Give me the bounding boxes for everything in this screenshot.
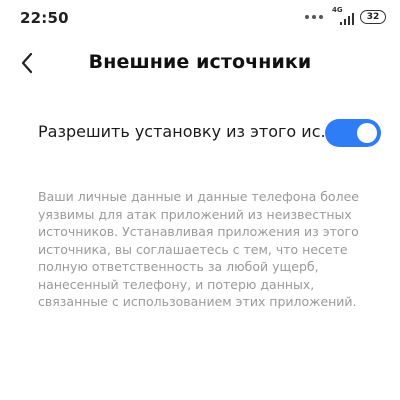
- battery-level: 32: [366, 11, 380, 22]
- switch-knob: [357, 123, 377, 143]
- status-time: 22:50: [20, 9, 69, 27]
- allow-install-setting-row[interactable]: Разрешить установку из этого ис..: [0, 110, 400, 156]
- page-title: Внешние источники: [88, 51, 312, 73]
- battery-icon: 32: [360, 10, 386, 24]
- settings-screen: 22:50 4G 32 Внешние источники Разрешить …: [0, 0, 400, 400]
- app-header: Внешние источники: [0, 36, 400, 88]
- allow-install-label: Разрешить установку из этого ис..: [38, 122, 331, 141]
- status-icons: 4G 32: [305, 6, 386, 26]
- warning-description: Ваши личные данные и данные телефона бол…: [38, 189, 359, 309]
- signal-bars-icon: 4G: [332, 6, 354, 25]
- allow-install-switch[interactable]: [325, 119, 381, 147]
- status-bar: 22:50 4G 32: [0, 0, 400, 36]
- notification-dots-icon: [305, 15, 326, 19]
